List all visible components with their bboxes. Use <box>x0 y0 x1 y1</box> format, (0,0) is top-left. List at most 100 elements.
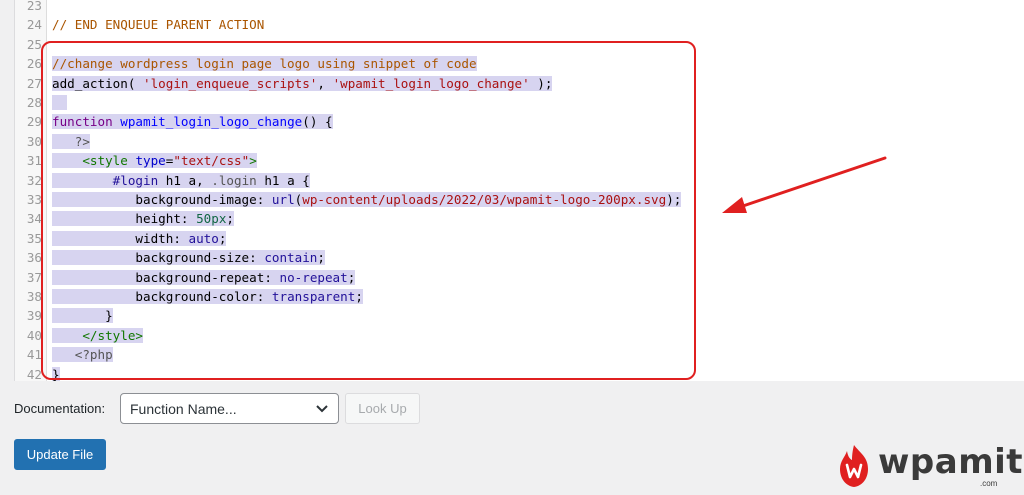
line-number: 30 <box>26 133 42 149</box>
code-token <box>52 211 136 227</box>
code-token: width <box>135 230 174 246</box>
line-number: 36 <box>26 250 42 266</box>
code-editor[interactable]: 23 24 // END ENQUEUE PARENT ACTION 25 26 //ch… <box>14 0 1024 381</box>
code-line[interactable]: 26 //change wordpress login page logo usi… <box>15 54 1015 73</box>
line-number: 39 <box>26 308 42 324</box>
line-number: 25 <box>26 36 42 52</box>
code-line[interactable]: 25 <box>15 35 1015 54</box>
code-line[interactable]: 32 #login h1 a, .login h1 a { <box>15 171 1015 190</box>
line-code: } <box>52 365 60 381</box>
code-line[interactable]: 35 width: auto; <box>15 229 1015 248</box>
code-token: contain <box>264 250 318 266</box>
line-code: background-color: transparent; <box>52 287 363 306</box>
line-code: ?> <box>52 132 90 151</box>
line-number: 37 <box>26 269 42 285</box>
code-token <box>52 347 75 363</box>
line-number: 29 <box>26 114 42 130</box>
code-token: <style <box>82 153 128 169</box>
code-token <box>52 327 83 343</box>
logo-wordmark: wpamit <box>878 442 1024 482</box>
code-token: () { <box>302 114 333 130</box>
code-token: wpamit_login_logo_change <box>120 114 303 130</box>
code-line[interactable]: 38 background-color: transparent; <box>15 287 1015 306</box>
code-token: : <box>249 250 265 266</box>
flame-logo-icon <box>840 445 868 487</box>
chevron-down-icon <box>316 405 328 413</box>
line-code: // END ENQUEUE PARENT ACTION <box>52 15 264 34</box>
line-code: height: 50px; <box>52 209 235 228</box>
code-token <box>52 95 68 110</box>
line-number: 24 <box>26 17 42 33</box>
code-token <box>52 230 136 246</box>
code-token: .login <box>211 172 257 188</box>
code-token: auto <box>188 230 219 246</box>
code-line[interactable]: 36 background-size: contain; <box>15 248 1015 267</box>
code-line[interactable]: 42} <box>15 365 1015 381</box>
line-code: add_action( 'login_enqueue_scripts', 'wp… <box>52 74 553 93</box>
code-token <box>52 172 113 188</box>
code-line[interactable]: 31 <style type="text/css"> <box>15 151 1015 170</box>
code-line[interactable]: 28 <box>15 93 1015 112</box>
code-token: } <box>52 366 60 381</box>
line-code: //change wordpress login page logo using… <box>52 54 477 73</box>
code-line[interactable]: 27 add_action( 'login_enqueue_scripts', '… <box>15 74 1015 93</box>
code-token: background-repeat <box>135 269 265 285</box>
function-name-select[interactable]: Function Name... <box>120 393 339 424</box>
wpamit-logo: wpamit .com <box>834 443 1023 489</box>
code-line[interactable]: 23 <box>15 0 1015 15</box>
code-token: ; <box>355 289 363 304</box>
code-token: ; <box>317 250 325 266</box>
code-token: 'login_enqueue_scripts' <box>143 75 318 91</box>
line-code: <style type="text/css"> <box>52 151 257 170</box>
code-token: , <box>317 75 333 91</box>
line-code: background-repeat: no-repeat; <box>52 268 356 287</box>
function-name-select-value: Function Name... <box>130 401 237 417</box>
code-token <box>52 153 83 169</box>
code-token: #login <box>112 172 159 188</box>
code-token: : <box>264 269 280 285</box>
code-token: background-color <box>135 289 257 304</box>
code-token: h1 a, <box>158 172 212 188</box>
code-token: ; <box>218 230 227 246</box>
code-token: 'wpamit_login_logo_change' <box>332 75 530 91</box>
code-token <box>52 133 75 149</box>
code-token <box>52 289 136 304</box>
line-code: } <box>52 306 113 325</box>
code-token: : <box>180 211 197 227</box>
line-number: 35 <box>26 230 42 246</box>
look-up-button[interactable]: Look Up <box>345 393 420 424</box>
code-token: "text/css" <box>173 153 250 169</box>
update-file-button[interactable]: Update File <box>14 439 106 470</box>
code-line[interactable]: 30 ?> <box>15 132 1015 151</box>
code-token <box>52 269 136 285</box>
line-number: 38 <box>26 289 42 304</box>
logo-domain-suffix: .com <box>980 479 998 488</box>
code-line[interactable]: 24 // END ENQUEUE PARENT ACTION <box>15 15 1015 34</box>
code-token: transparent <box>271 289 356 304</box>
code-line[interactable]: 34 height: 50px; <box>15 209 1015 228</box>
code-token <box>52 250 136 266</box>
code-line[interactable]: 40 </style> <box>15 326 1015 345</box>
code-token: ; <box>347 269 356 285</box>
line-number: 33 <box>26 192 42 207</box>
code-token: background-image <box>135 192 257 207</box>
code-line[interactable]: 39 } <box>15 306 1015 325</box>
line-number: 26 <box>26 56 42 72</box>
code-token: : <box>256 289 272 304</box>
line-code: #login h1 a, .login h1 a { <box>52 171 310 190</box>
line-code: </style> <box>52 326 144 345</box>
code-line[interactable]: 29 function wpamit_login_logo_change() { <box>15 112 1015 131</box>
code-token: ); <box>529 75 553 91</box>
line-number: 23 <box>26 0 42 13</box>
code-line[interactable]: 37 background-repeat: no-repeat; <box>15 268 1015 287</box>
code-token <box>52 192 136 207</box>
line-code: background-image: url(wp-content/uploads… <box>52 190 682 209</box>
code-token: add_action( <box>52 75 143 91</box>
code-line[interactable]: 41 <?php <box>15 345 1015 364</box>
line-number: 41 <box>26 347 42 363</box>
line-number: 32 <box>26 172 42 188</box>
code-token: type <box>135 153 166 169</box>
code-token: //change wordpress login page logo using… <box>52 56 477 72</box>
code-line[interactable]: 33 background-image: url(wp-content/uplo… <box>15 190 1015 209</box>
code-token: ; <box>226 211 235 227</box>
